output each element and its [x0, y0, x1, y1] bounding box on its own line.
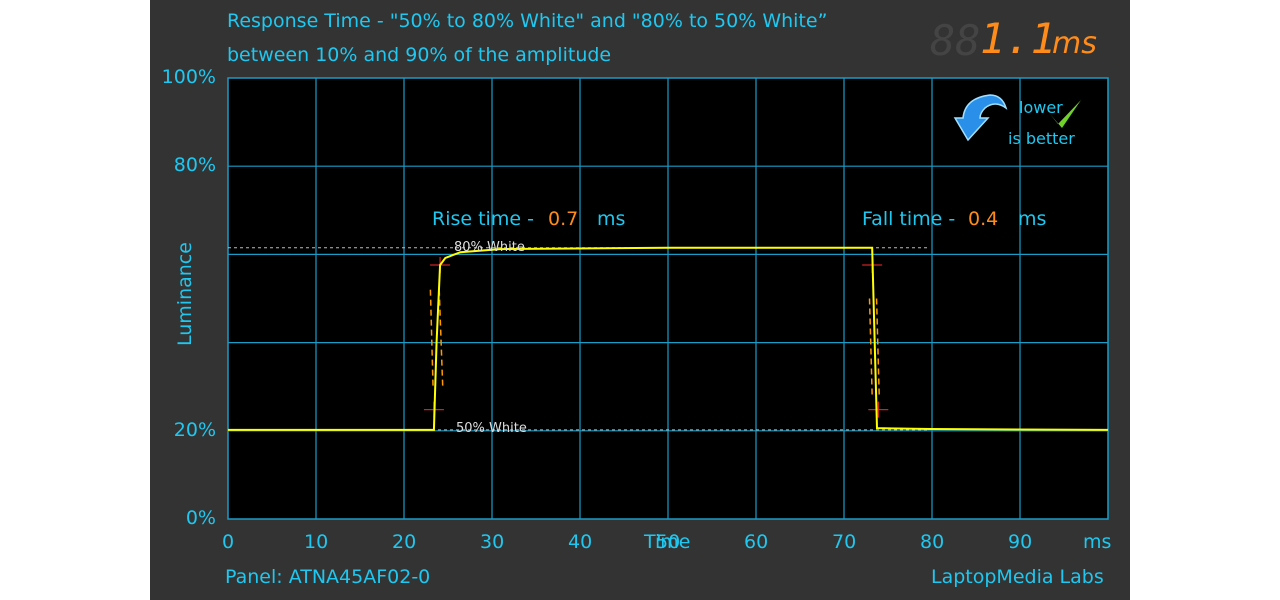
- badge-line2: is better: [1008, 129, 1075, 148]
- x-tick-label: 20: [392, 531, 417, 553]
- x-tick-label: 50: [656, 531, 681, 553]
- y-axis-label: Luminance: [174, 242, 196, 346]
- seven-seg-ghost: 88: [930, 16, 981, 65]
- total-value: 1.1: [980, 14, 1056, 63]
- x-tick-label: 0: [222, 531, 235, 553]
- y-tick-label: 80%: [173, 154, 216, 177]
- fall-unit: ms: [1018, 208, 1047, 230]
- x-tick-label: 10: [304, 531, 329, 553]
- x-tick-label: 60: [744, 531, 769, 553]
- panel-label: Panel: ATNA45AF02-0: [225, 566, 431, 588]
- rise-value: 0.7: [548, 208, 579, 230]
- rise-unit: ms: [597, 208, 626, 230]
- x-tick-label: 90: [1008, 531, 1033, 553]
- x-tick-label: 30: [480, 531, 505, 553]
- ref-label-high: 80% White: [454, 240, 525, 255]
- badge-line1: lower: [1019, 98, 1063, 117]
- x-tick-label: 80: [920, 531, 945, 553]
- y-tick-label: 20%: [173, 418, 216, 441]
- x-axis-unit: ms: [1083, 531, 1112, 553]
- x-tick-label: 40: [568, 531, 593, 553]
- fall-label: Fall time -: [862, 208, 956, 230]
- rise-label: Rise time -: [432, 208, 534, 230]
- y-tick-label: 0%: [185, 507, 216, 529]
- chart-subtitle: between 10% and 90% of the amplitude: [227, 44, 612, 66]
- chart-title: Response Time - "50% to 80% White" and "…: [227, 10, 828, 32]
- total-unit: ms: [1052, 26, 1097, 61]
- brand-label: LaptopMedia Labs: [931, 566, 1104, 588]
- ref-label-low: 50% White: [456, 421, 527, 436]
- fall-value: 0.4: [968, 208, 999, 230]
- y-tick-label: 100%: [161, 66, 216, 88]
- x-tick-label: 70: [832, 531, 857, 553]
